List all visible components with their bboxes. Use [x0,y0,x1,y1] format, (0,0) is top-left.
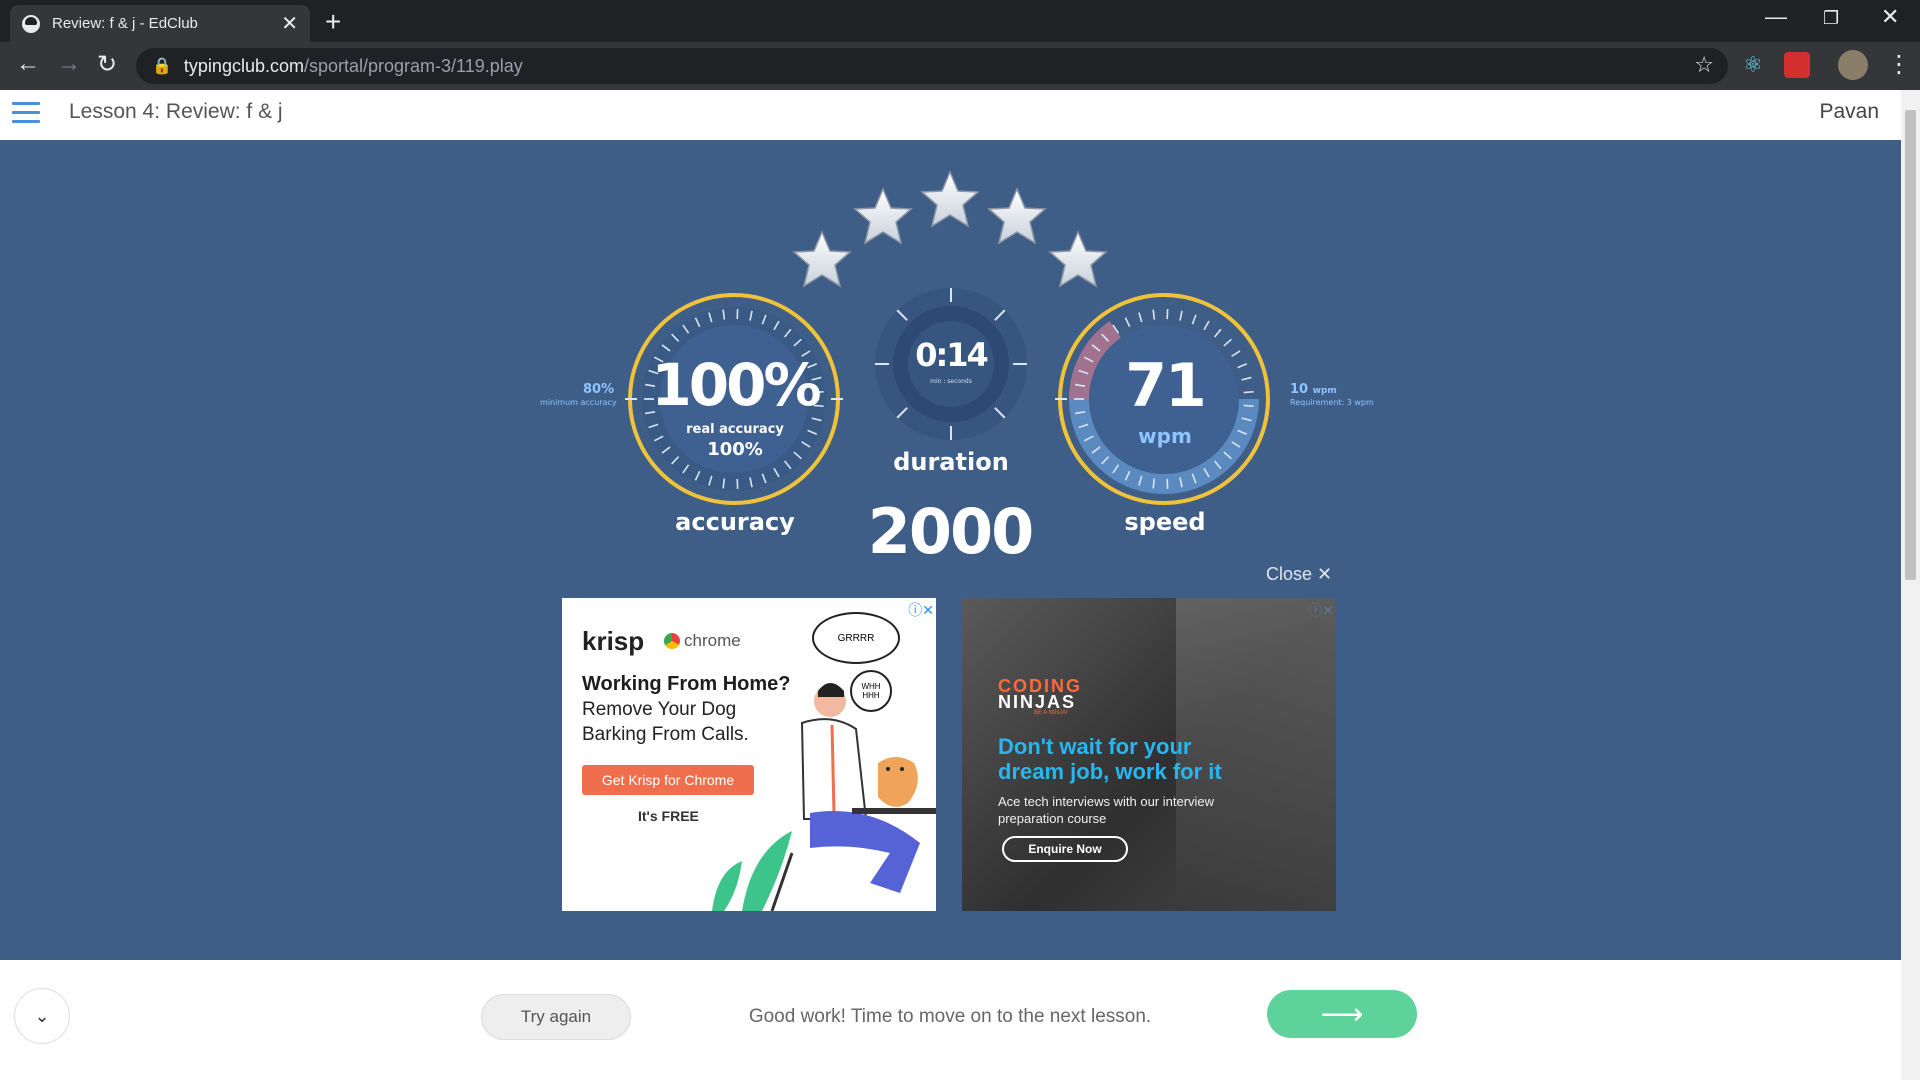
hamburger-menu-icon[interactable] [12,102,40,126]
coding-ninjas-ad[interactable]: ⓘ✕ CODINGNINJAS BE A NINJA! Don't wait f… [962,598,1336,911]
duration-label: duration [893,448,1009,476]
footer-message: Good work! Time to move on to the next l… [748,1006,1152,1027]
minimum-accuracy-value: 80% [583,382,615,397]
close-icon: ✕ [1317,564,1333,584]
profile-avatar[interactable] [1838,50,1868,80]
brand-line-2: NINJAS [998,692,1077,712]
coding-ninjas-logo: CODING NINJAS [998,677,1082,712]
krisp-ad[interactable]: ⓘ✕ krisp chrome Working From Home? Remov… [562,598,936,911]
speed-label: speed [1124,508,1206,536]
restore-icon[interactable]: ❐ [1823,8,1839,29]
star-icon [1046,228,1110,292]
star-icon [790,228,854,292]
pocket-extension-icon[interactable] [1784,52,1810,78]
chrome-label: chrome [664,631,741,651]
duration-unit-label: min : seconds [930,378,972,385]
bookmark-star-icon[interactable]: ☆ [1694,52,1714,78]
reload-icon[interactable]: ↻ [97,50,117,79]
ninjas-body-2: preparation course [998,811,1107,826]
next-lesson-button[interactable]: ⟶ [1267,990,1417,1038]
browser-toolbar: ← → ↻ 🔒 typingclub.com/sportal/program-3… [0,42,1920,90]
new-tab-icon[interactable]: + [325,6,341,38]
scrollbar-thumb[interactable] [1905,110,1916,580]
real-accuracy-value: 100% [707,439,763,460]
speech-bubble-growl: GRRRR [812,612,900,664]
real-accuracy-label: real accuracy [686,422,784,437]
person-with-dog-illustration [712,683,936,911]
browser-tab[interactable]: Review: f & j - EdClub ✕ [10,5,310,42]
page-scrollbar[interactable] [1901,90,1920,1080]
react-devtools-icon[interactable]: ⚛ [1743,52,1769,78]
url-path: /sportal/program-3/119.play [303,55,523,76]
forward-icon[interactable]: → [57,50,81,78]
lock-icon: 🔒 [152,58,172,75]
duration-value: 0:14 [915,336,989,374]
speed-requirement-unit: wpm [1312,386,1337,396]
lesson-footer: ⌄ Try again Good work! Time to move on t… [0,960,1901,1080]
krisp-logo: krisp [582,626,645,656]
ad-background-photo [1176,598,1336,911]
chrome-menu-icon[interactable]: ⋮ [1887,50,1911,79]
ad-choices-icon[interactable]: ⓘ✕ [908,600,934,620]
ninjas-headline-2: dream job, work for it [998,759,1222,784]
minimum-accuracy-label: minimum accuracy [540,398,617,407]
page-content: Lesson 4: Review: f & j Pavan 100% real … [0,90,1901,1080]
speed-requirement-number: 10 [1290,382,1309,397]
score-value: 2000 [867,495,1035,568]
browser-tab-strip: Review: f & j - EdClub ✕ + — ❐ ✕ [0,0,1920,42]
try-again-button[interactable]: Try again [481,994,631,1040]
chrome-text: chrome [684,631,741,650]
ninjas-headline-1: Don't wait for your [998,734,1192,759]
arrow-right-icon: ⟶ [1320,997,1364,1031]
tab-title: Review: f & j - EdClub [52,15,198,32]
speed-value: 71 [1125,351,1207,421]
star-icon [918,168,982,232]
accuracy-value: 100% [651,351,821,419]
star-icon [851,185,915,249]
speed-unit: wpm [1138,424,1192,448]
minimize-icon[interactable]: — [1765,4,1787,30]
close-tab-icon[interactable]: ✕ [281,11,298,36]
edclub-favicon-icon [22,14,40,33]
speed-requirement-label: Requirement: 3 wpm [1290,398,1374,407]
user-name[interactable]: Pavan [1819,100,1879,124]
close-window-icon[interactable]: ✕ [1881,4,1899,30]
lesson-title: Lesson 4: Review: f & j [69,100,283,123]
close-ads-button[interactable]: Close ✕ [1266,564,1332,585]
enquire-now-button[interactable]: Enquire Now [1002,836,1128,862]
chevron-down-icon[interactable]: ⌄ [14,988,70,1044]
app-header: Lesson 4: Review: f & j Pavan [0,90,1901,140]
url-domain: typingclub.com [183,55,304,76]
ninjas-body-1: Ace tech interviews with our interview [998,794,1215,809]
star-icon [985,185,1049,249]
brand-tagline: BE A NINJA! [1034,710,1068,716]
chrome-logo-icon [664,633,680,649]
address-bar[interactable]: 🔒 typingclub.com/sportal/program-3/119.p… [136,48,1728,84]
back-icon[interactable]: ← [16,50,40,78]
accuracy-label: accuracy [675,508,795,536]
close-ads-label: Close [1266,564,1313,584]
speed-requirement-value: 10 wpm [1290,382,1337,397]
